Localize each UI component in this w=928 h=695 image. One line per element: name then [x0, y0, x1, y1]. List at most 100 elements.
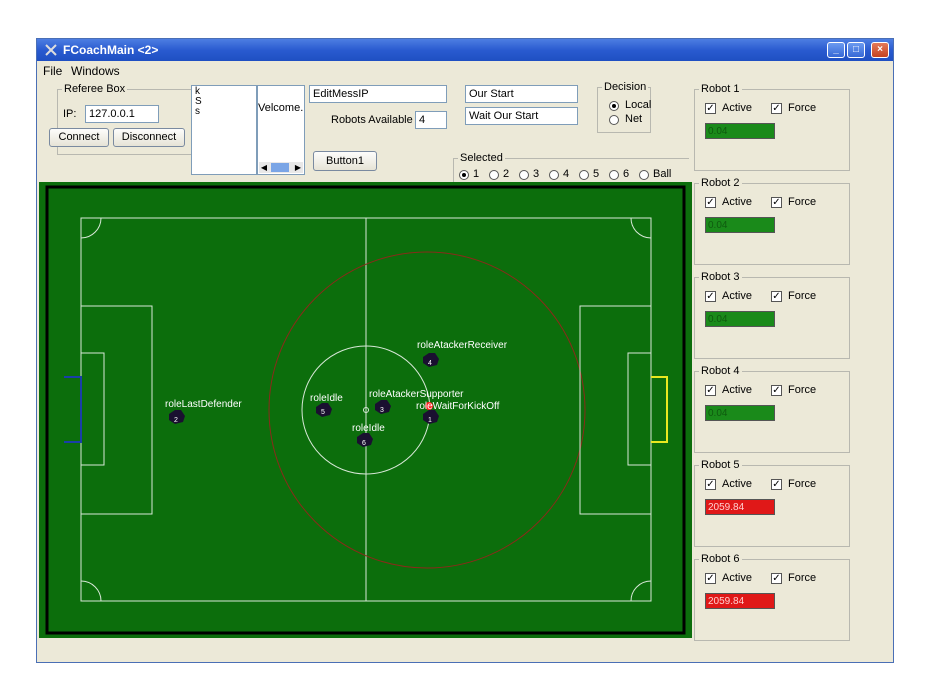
active-label: Active: [722, 572, 752, 584]
selected-label-ball: Ball: [653, 168, 672, 180]
selected-radio-3[interactable]: [519, 170, 529, 180]
robot-panel-5: Robot 5 ✓ Active ✓ Force 2059.84: [694, 459, 850, 547]
active-checkbox[interactable]: ✓: [705, 197, 716, 208]
list-item: k: [195, 86, 200, 97]
active-checkbox[interactable]: ✓: [705, 479, 716, 490]
force-label: Force: [788, 290, 817, 302]
edit-mess-ip-input[interactable]: EditMessIP: [309, 85, 447, 103]
connect-button[interactable]: Connect: [49, 128, 109, 147]
corner-arc-bottom-left: [80, 580, 102, 602]
horizontal-scrollbar[interactable]: ◀ ▶: [259, 162, 303, 173]
wait-our-start-input[interactable]: Wait Our Start: [465, 107, 578, 125]
robot-number-1: 1: [428, 417, 432, 424]
robot-number-5: 5: [321, 409, 325, 416]
robot-panel-1: Robot 1 ✓ Active ✓ Force 0.04: [694, 83, 850, 171]
selected-label-2: 2: [503, 168, 510, 180]
window-title: FCoachMain <2>: [63, 43, 159, 57]
robots-available-input[interactable]: 4: [415, 111, 447, 129]
force-checkbox[interactable]: ✓: [771, 573, 782, 584]
robot-3[interactable]: 3: [375, 400, 391, 414]
scroll-thumb[interactable]: [271, 163, 289, 172]
welcome-text-area[interactable]: Velcome. ◀ ▶: [257, 85, 305, 175]
selected-label-5: 5: [593, 168, 600, 180]
robot-panel-4: Robot 4 ✓ Active ✓ Force 0.04: [694, 365, 850, 453]
decision-local-radio[interactable]: [609, 101, 619, 111]
active-checkbox[interactable]: ✓: [705, 291, 716, 302]
robot-number-2: 2: [174, 417, 178, 424]
menu-windows[interactable]: Windows: [71, 64, 120, 78]
force-checkbox[interactable]: ✓: [771, 197, 782, 208]
app-icon: [45, 44, 57, 56]
maximize-button[interactable]: □: [847, 42, 865, 58]
menu-bar: File Windows: [37, 61, 893, 79]
button1[interactable]: Button1: [313, 151, 377, 171]
close-button[interactable]: ×: [871, 42, 889, 58]
message-list[interactable]: k S s: [191, 85, 257, 175]
selected-radio-row: 1 2 3 4 5 6 Ball: [457, 168, 687, 182]
robot-panel-title: Robot 2: [701, 177, 740, 189]
force-checkbox[interactable]: ✓: [771, 385, 782, 396]
left-goal: [64, 376, 82, 443]
robot-panel-title: Robot 3: [701, 271, 740, 283]
title-bar[interactable]: FCoachMain <2> _ □ ×: [37, 39, 893, 61]
role-label-last-defender: roleLastDefender: [165, 399, 242, 410]
list-item: S: [195, 96, 202, 107]
robot-1[interactable]: 1: [423, 410, 439, 424]
robot-6[interactable]: 6: [357, 433, 373, 447]
selected-radio-5[interactable]: [579, 170, 589, 180]
robot-panel-2: Robot 2 ✓ Active ✓ Force 0.04: [694, 177, 850, 265]
selected-radio-2[interactable]: [489, 170, 499, 180]
robot-value-bar: 2059.84: [705, 593, 775, 609]
active-label: Active: [722, 196, 752, 208]
robot-4[interactable]: 4: [423, 353, 439, 367]
robot-panel-3: Robot 3 ✓ Active ✓ Force 0.04: [694, 271, 850, 359]
robot-number-4: 4: [428, 360, 432, 367]
robot-value-bar: 0.04: [705, 123, 775, 139]
active-checkbox[interactable]: ✓: [705, 385, 716, 396]
scroll-left-icon[interactable]: ◀: [259, 162, 269, 173]
force-checkbox[interactable]: ✓: [771, 479, 782, 490]
active-label: Active: [722, 290, 752, 302]
soccer-field-panel[interactable]: 2 5 3 6 4 1 roleLastDefender roleIdle ro…: [39, 182, 692, 638]
selected-label-4: 4: [563, 168, 570, 180]
left-goal-box: [80, 352, 105, 466]
soccer-field[interactable]: 2 5 3 6 4 1 roleLastDefender roleIdle ro…: [39, 182, 692, 638]
our-start-input[interactable]: Our Start: [465, 85, 578, 103]
robot-panel-6: Robot 6 ✓ Active ✓ Force 2059.84: [694, 553, 850, 641]
force-label: Force: [788, 102, 817, 114]
selected-radio-ball[interactable]: [639, 170, 649, 180]
active-label: Active: [722, 384, 752, 396]
robot-panel-title: Robot 6: [701, 553, 740, 565]
decision-legend: Decision: [604, 81, 647, 93]
active-label: Active: [722, 102, 752, 114]
ip-input[interactable]: 127.0.0.1: [85, 105, 159, 123]
menu-file[interactable]: File: [43, 64, 62, 78]
role-label-atacker-receiver: roleAtackerReceiver: [417, 340, 508, 351]
selected-label-1: 1: [473, 168, 480, 180]
selected-radio-1[interactable]: [459, 170, 469, 180]
robot-2[interactable]: 2: [169, 410, 185, 424]
robot-5[interactable]: 5: [316, 403, 332, 417]
force-checkbox[interactable]: ✓: [771, 291, 782, 302]
scroll-right-icon[interactable]: ▶: [293, 162, 303, 173]
force-label: Force: [788, 572, 817, 584]
active-checkbox[interactable]: ✓: [705, 573, 716, 584]
decision-net-radio[interactable]: [609, 115, 619, 125]
robot-panel-title: Robot 4: [701, 365, 740, 377]
selected-radio-6[interactable]: [609, 170, 619, 180]
welcome-text: Velcome.: [258, 102, 304, 114]
decision-local-label: Local: [625, 99, 652, 111]
main-window: FCoachMain <2> _ □ × File Windows Refere…: [36, 38, 894, 663]
minimize-button[interactable]: _: [827, 42, 845, 58]
disconnect-button[interactable]: Disconnect: [113, 128, 185, 147]
right-penalty-box: [579, 305, 652, 515]
left-penalty-box: [80, 305, 153, 515]
robot-value-bar: 0.04: [705, 405, 775, 421]
force-checkbox[interactable]: ✓: [771, 103, 782, 114]
force-label: Force: [788, 384, 817, 396]
active-checkbox[interactable]: ✓: [705, 103, 716, 114]
selected-radio-4[interactable]: [549, 170, 559, 180]
ip-label: IP:: [63, 108, 77, 120]
corner-arc-top-right: [630, 217, 652, 239]
right-goal-box: [627, 352, 652, 466]
